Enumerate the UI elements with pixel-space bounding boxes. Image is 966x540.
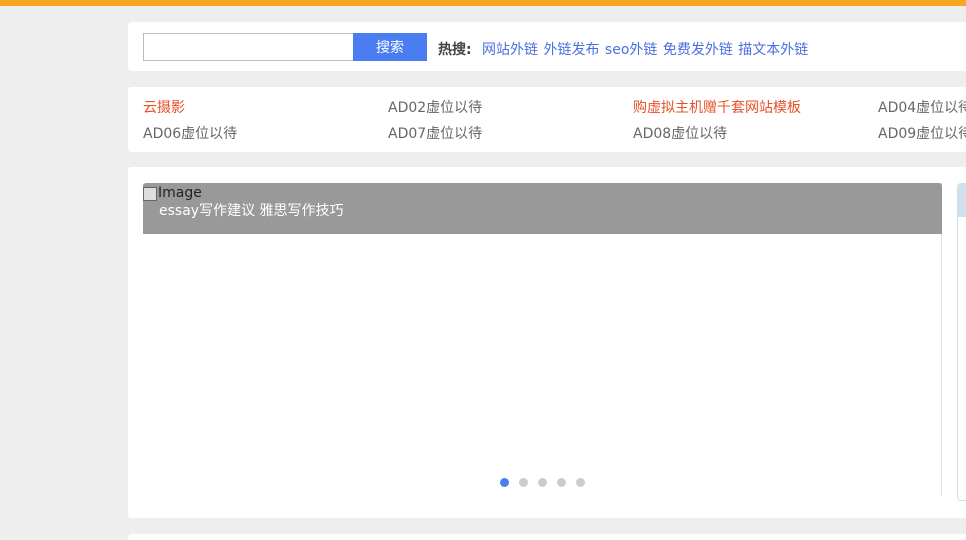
ad-link[interactable]: AD09虚位以待 — [878, 123, 966, 143]
slide-image-area[interactable]: Image essay写作建议 雅思写作技巧 — [143, 183, 942, 234]
ad-grid: 云摄影 AD02虚位以待 购虚拟主机赠千套网站模板 AD04虚位以待 AD06虚位以待… — [143, 97, 966, 149]
ad-link[interactable]: 购虚拟主机赠千套网站模板 — [633, 97, 878, 117]
hot-link[interactable]: seo外链 — [605, 42, 657, 58]
slide-caption[interactable]: essay写作建议 雅思写作技巧 — [159, 200, 344, 220]
hot-link[interactable]: 免费发外链 — [663, 42, 733, 58]
ad-link[interactable]: AD04虚位以待 — [878, 97, 966, 117]
slide[interactable]: Image essay写作建议 雅思写作技巧 — [143, 183, 942, 496]
ad-link[interactable]: AD08虚位以待 — [633, 123, 878, 143]
next-section — [128, 534, 966, 540]
ad-links-section: 云摄影 AD02虚位以待 购虚拟主机赠千套网站模板 AD04虚位以待 AD06虚位以待… — [128, 87, 966, 152]
side-panel-header — [958, 184, 966, 217]
slider-section: Image essay写作建议 雅思写作技巧 — [128, 167, 966, 518]
ad-row: AD06虚位以待 AD07虚位以待 AD08虚位以待 AD09虚位以待 — [143, 123, 966, 149]
slider-dots — [500, 478, 595, 488]
hot-link[interactable]: 外链发布 — [543, 42, 599, 58]
search-section: 搜索 热搜: 网站外链 外链发布 seo外链 免费发外链 描文本外链 — [128, 22, 966, 71]
slider-dot[interactable] — [538, 478, 547, 487]
slider-dot[interactable] — [557, 478, 566, 487]
hot-link[interactable]: 网站外链 — [482, 42, 538, 58]
side-panel — [957, 183, 966, 501]
slider-dot[interactable] — [519, 478, 528, 487]
hot-search-label: 热搜: — [438, 42, 472, 58]
slider-dot[interactable] — [576, 478, 585, 487]
search-button[interactable]: 搜索 — [353, 33, 427, 61]
broken-image-icon — [143, 187, 157, 201]
ad-link[interactable]: AD02虚位以待 — [388, 97, 633, 117]
ad-link[interactable]: 云摄影 — [143, 97, 388, 117]
slider-dot[interactable] — [500, 478, 509, 487]
hot-search-links: 网站外链 外链发布 seo外链 免费发外链 描文本外链 — [482, 39, 809, 59]
top-accent-bar — [0, 0, 966, 6]
slide-image[interactable]: Image — [143, 185, 202, 201]
search-input[interactable] — [143, 33, 353, 61]
slide-image-alt: Image — [158, 185, 202, 201]
ad-row: 云摄影 AD02虚位以待 购虚拟主机赠千套网站模板 AD04虚位以待 — [143, 97, 966, 123]
ad-link[interactable]: AD07虚位以待 — [388, 123, 633, 143]
ad-link[interactable]: AD06虚位以待 — [143, 123, 388, 143]
hot-link[interactable]: 描文本外链 — [738, 42, 808, 58]
